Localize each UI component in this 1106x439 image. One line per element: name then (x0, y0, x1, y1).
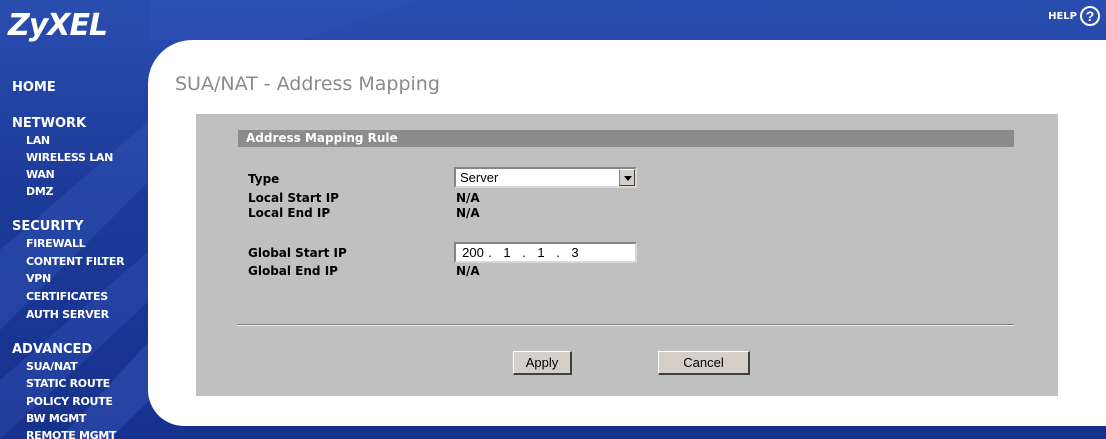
nav-item-firewall[interactable]: FIREWALL (26, 237, 86, 250)
nav-item-vpn[interactable]: VPN (26, 272, 51, 285)
chevron-down-icon[interactable] (619, 169, 635, 186)
nav-item-content-filter[interactable]: CONTENT FILTER (26, 255, 125, 268)
global-end-ip-value: N/A (456, 264, 480, 278)
sidebar-nav: HOME NETWORK LAN WIRELESS LAN WAN DMZ SE… (0, 0, 150, 439)
page-title: SUA/NAT - Address Mapping (175, 73, 440, 95)
section-title: Address Mapping Rule (246, 131, 398, 145)
ip-octet-1[interactable]: 200 (460, 245, 486, 260)
ip-octet-2[interactable]: 1 (494, 245, 520, 260)
global-start-ip-label: Global Start IP (248, 246, 347, 260)
nav-security[interactable]: SECURITY (12, 219, 83, 234)
nav-item-sua-nat[interactable]: SUA/NAT (26, 360, 78, 373)
local-start-ip-value: N/A (456, 191, 480, 205)
local-end-ip-value: N/A (456, 206, 480, 220)
ip-dot: . (522, 245, 526, 260)
nav-item-auth-server[interactable]: AUTH SERVER (26, 308, 109, 321)
nav-advanced[interactable]: ADVANCED (12, 342, 92, 357)
form-divider (238, 324, 1014, 326)
help-circle-icon[interactable]: ? (1080, 6, 1100, 26)
ip-dot: . (488, 245, 492, 260)
nav-item-remote-mgmt[interactable]: REMOTE MGMT (26, 429, 117, 439)
help-link[interactable]: HELP ? (1048, 6, 1100, 26)
nav-item-static-route[interactable]: STATIC ROUTE (26, 377, 110, 390)
nav-item-wireless-lan[interactable]: WIRELESS LAN (26, 151, 113, 164)
nav-item-lan[interactable]: LAN (26, 134, 50, 147)
nav-network[interactable]: NETWORK (12, 116, 86, 131)
nav-home[interactable]: HOME (12, 80, 56, 95)
nav-item-dmz[interactable]: DMZ (26, 185, 53, 198)
nav-item-bw-mgmt[interactable]: BW MGMT (26, 412, 86, 425)
ip-octet-3[interactable]: 1 (528, 245, 554, 260)
apply-button[interactable]: Apply (513, 351, 572, 375)
cancel-button[interactable]: Cancel (658, 351, 750, 375)
nav-item-wan[interactable]: WAN (26, 168, 55, 181)
global-start-ip-input[interactable]: 200 . 1 . 1 . 3 (454, 242, 637, 263)
nav-item-policy-route[interactable]: POLICY ROUTE (26, 395, 113, 408)
global-end-ip-label: Global End IP (248, 264, 338, 278)
type-select-value: Server (460, 170, 499, 185)
ip-dot: . (556, 245, 560, 260)
type-select[interactable]: Server (454, 167, 637, 188)
type-label: Type (248, 172, 280, 186)
ip-octet-4[interactable]: 3 (562, 245, 588, 260)
local-end-ip-label: Local End IP (248, 206, 331, 220)
nav-item-certificates[interactable]: CERTIFICATES (26, 290, 108, 303)
local-start-ip-label: Local Start IP (248, 191, 339, 205)
help-label: HELP (1048, 10, 1077, 22)
